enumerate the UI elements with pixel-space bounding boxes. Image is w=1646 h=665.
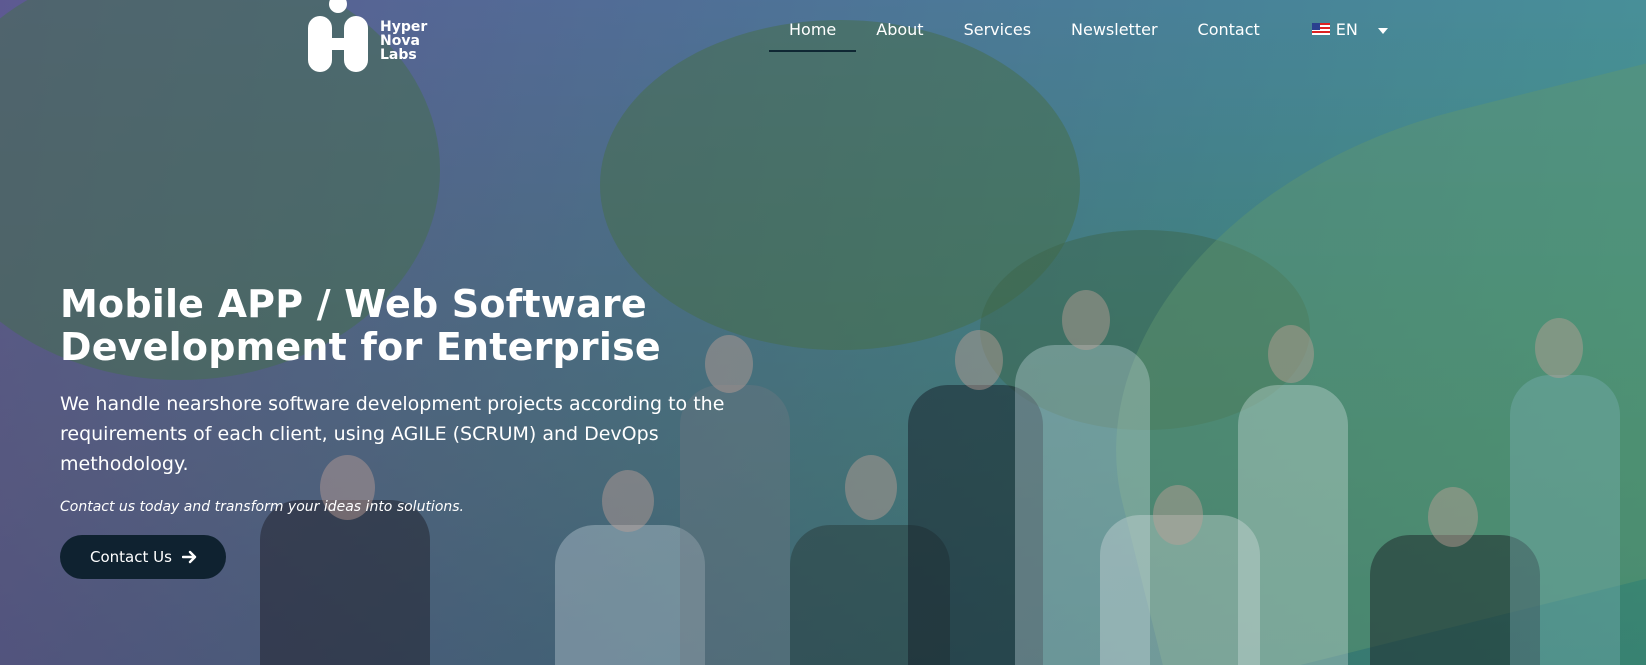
us-flag-icon [1311,23,1330,35]
hero-headline: Mobile APP / Web Software Development fo… [60,283,820,369]
hero-headline-line-2: Development for Enterprise [60,325,661,369]
hero-section: Hyper Nova Labs Home About Services News… [0,0,1646,665]
nav-home[interactable]: Home [769,0,857,58]
nav-newsletter[interactable]: Newsletter [1051,0,1178,58]
arrow-right-icon [181,550,197,564]
contact-us-label: Contact Us [90,548,172,566]
main-nav: Home About Services Newsletter Contact E… [769,0,1388,58]
caret-down-icon [1377,27,1388,34]
hero-tagline: Contact us today and transform your idea… [60,499,465,515]
brand-name-line-1: Hyper [380,19,428,35]
hnl-logo-icon [308,0,368,72]
brand-name-line-2: Nova [380,33,420,49]
brand-name: Hyper Nova Labs [380,12,427,62]
nav-contact[interactable]: Contact [1178,0,1280,58]
brand-name-line-3: Labs [380,47,417,63]
hero-headline-line-1: Mobile APP / Web Software [60,282,647,326]
hero-content: Mobile APP / Web Software Development fo… [60,283,820,579]
hero-subtext: We handle nearshore software development… [60,393,725,475]
language-label: EN [1335,19,1358,39]
nav-services[interactable]: Services [944,0,1051,58]
brand-logo[interactable]: Hyper Nova Labs [308,0,427,74]
language-selector[interactable]: EN [1311,19,1388,39]
nav-about[interactable]: About [856,0,943,58]
contact-us-button[interactable]: Contact Us [60,535,226,579]
